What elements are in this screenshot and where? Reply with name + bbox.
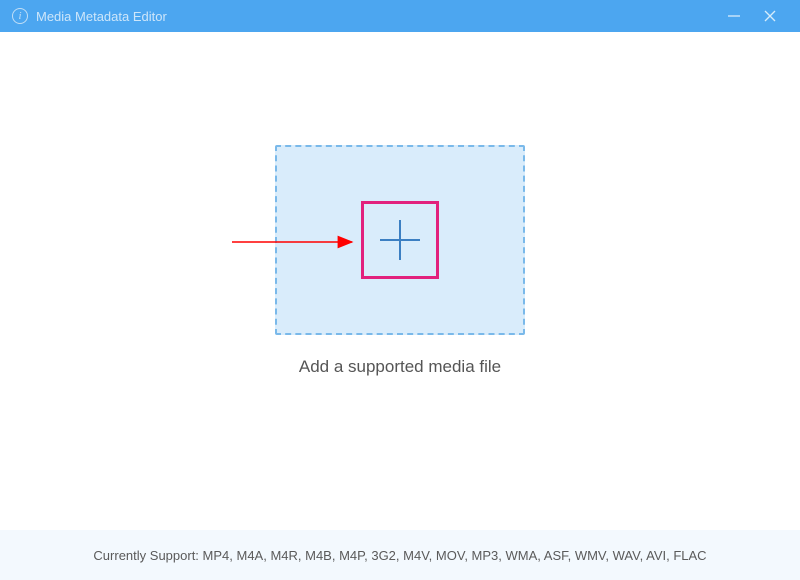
minimize-button[interactable]: [716, 0, 752, 32]
footer-formats: MP4, M4A, M4R, M4B, M4P, 3G2, M4V, MOV, …: [203, 548, 707, 563]
dropzone[interactable]: [275, 145, 525, 335]
dropzone-hint: Add a supported media file: [0, 357, 800, 377]
close-button[interactable]: [752, 0, 788, 32]
plus-icon: [372, 212, 428, 268]
add-file-button[interactable]: [361, 201, 439, 279]
window-title: Media Metadata Editor: [36, 9, 167, 24]
titlebar: i Media Metadata Editor: [0, 0, 800, 32]
footer: Currently Support: MP4, M4A, M4R, M4B, M…: [0, 530, 800, 580]
content-area: Add a supported media file: [0, 32, 800, 530]
footer-label: Currently Support:: [93, 548, 202, 563]
info-icon: i: [12, 8, 28, 24]
